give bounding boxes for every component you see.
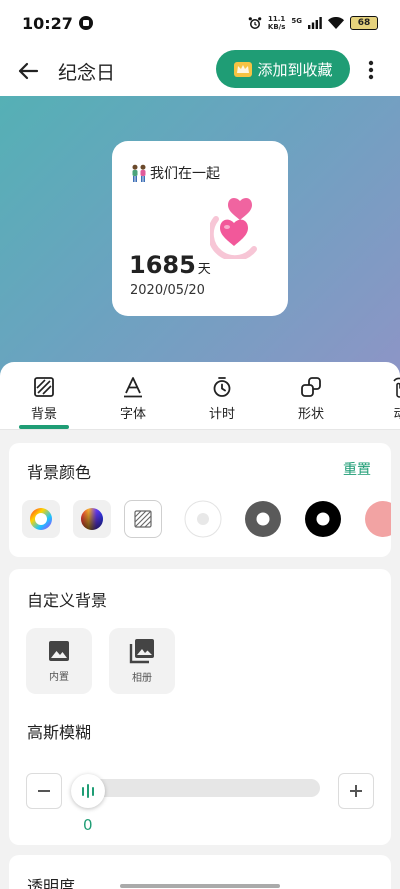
image-icon bbox=[49, 641, 69, 661]
tab-background[interactable]: 背景 bbox=[4, 362, 84, 429]
swatch-pattern[interactable] bbox=[124, 500, 162, 538]
white-ring-icon bbox=[184, 500, 222, 538]
home-indicator bbox=[120, 884, 280, 888]
widget-title: 我们在一起 bbox=[130, 163, 220, 183]
days-count: 1685 天 bbox=[129, 251, 211, 279]
tab-motion-label: 动 bbox=[393, 403, 400, 422]
status-time: 10:27 bbox=[22, 13, 73, 33]
wifi-icon bbox=[328, 17, 344, 29]
background-pattern-icon bbox=[34, 377, 54, 397]
editor-tab-bar: 背景 字体 计时 形状 动 bbox=[0, 362, 400, 430]
plus-icon bbox=[350, 785, 362, 797]
custom-background-panel: 自定义背景 内置 相册 高斯模糊 0 bbox=[9, 569, 391, 845]
days-unit: 天 bbox=[197, 262, 211, 277]
opacity-title: 透明度 bbox=[27, 877, 76, 889]
motion-icon bbox=[393, 377, 400, 398]
battery-indicator: 68 bbox=[350, 16, 378, 30]
color-wheel-icon bbox=[30, 508, 52, 530]
back-button[interactable] bbox=[0, 46, 56, 96]
pink-ring-icon bbox=[365, 501, 391, 537]
network-type: 5G bbox=[291, 17, 302, 25]
tab-font[interactable]: 字体 bbox=[93, 362, 173, 429]
more-vertical-icon bbox=[368, 60, 374, 80]
add-to-favorites-label: 添加到收藏 bbox=[257, 60, 333, 79]
swatch-black[interactable] bbox=[304, 500, 342, 538]
tab-font-label: 字体 bbox=[119, 407, 146, 422]
background-color-panel: 背景颜色 重置 bbox=[9, 443, 391, 557]
add-to-favorites-button[interactable]: 添加到收藏 bbox=[216, 50, 350, 88]
widget-preview-area: 我们在一起 1685 天 2020/05/20 bbox=[0, 96, 400, 376]
crown-icon bbox=[234, 62, 253, 77]
alarm-icon bbox=[248, 17, 262, 29]
net-speed: 11.1 KB/s bbox=[267, 15, 286, 31]
album-background-button[interactable]: 相册 bbox=[109, 628, 175, 694]
widget-title-text: 我们在一起 bbox=[150, 166, 220, 182]
minus-icon bbox=[38, 790, 50, 792]
anniversary-widget-card[interactable]: 我们在一起 1685 天 2020/05/20 bbox=[112, 141, 288, 316]
swatch-white[interactable] bbox=[184, 500, 222, 538]
more-options-button[interactable] bbox=[356, 50, 386, 90]
black-ring-icon bbox=[305, 501, 341, 537]
custom-background-title: 自定义背景 bbox=[27, 591, 108, 610]
couple-icon bbox=[132, 164, 146, 182]
photo-library-icon bbox=[129, 639, 154, 664]
tab-shape[interactable]: 形状 bbox=[271, 362, 351, 429]
tab-timer[interactable]: 计时 bbox=[182, 362, 262, 429]
swatch-color-wheel[interactable] bbox=[22, 500, 60, 538]
status-bar: 10:27 11.1 KB/s 5G 68 bbox=[0, 0, 400, 46]
days-number: 1685 bbox=[129, 251, 196, 279]
signal-icon bbox=[308, 17, 322, 29]
reset-button[interactable]: 重置 bbox=[343, 459, 371, 479]
blur-decrease-button[interactable] bbox=[26, 773, 62, 809]
background-color-title: 背景颜色 bbox=[27, 463, 92, 482]
shape-icon bbox=[301, 377, 321, 397]
tab-background-label: 背景 bbox=[30, 407, 57, 422]
timer-icon bbox=[213, 377, 231, 397]
blur-slider-track[interactable] bbox=[79, 779, 320, 797]
gaussian-blur-title: 高斯模糊 bbox=[27, 723, 92, 742]
notification-icon bbox=[78, 16, 93, 30]
blur-slider-thumb[interactable] bbox=[71, 774, 105, 808]
tab-motion[interactable]: 动 bbox=[360, 362, 400, 429]
builtin-label: 内置 bbox=[49, 672, 69, 683]
album-label: 相册 bbox=[132, 673, 152, 684]
blur-increase-button[interactable] bbox=[338, 773, 374, 809]
swatch-dark-gray[interactable] bbox=[244, 500, 282, 538]
anniversary-date: 2020/05/20 bbox=[130, 283, 205, 298]
app-bar: 纪念日 添加到收藏 bbox=[0, 46, 400, 96]
tab-timer-label: 计时 bbox=[208, 407, 235, 422]
swatch-color-spectrum[interactable] bbox=[73, 500, 111, 538]
blur-value: 0 bbox=[83, 816, 93, 834]
color-spectrum-icon bbox=[81, 508, 103, 530]
pattern-icon bbox=[134, 510, 152, 528]
swatch-pink[interactable] bbox=[364, 500, 391, 538]
selected-tab-indicator bbox=[19, 425, 69, 429]
double-hearts-icon bbox=[210, 197, 257, 259]
page-title: 纪念日 bbox=[58, 61, 116, 84]
font-a-icon bbox=[124, 377, 142, 398]
gray-ring-icon bbox=[245, 501, 281, 537]
back-arrow-icon bbox=[18, 62, 39, 80]
builtin-background-button[interactable]: 内置 bbox=[26, 628, 92, 694]
tab-shape-label: 形状 bbox=[297, 407, 324, 422]
